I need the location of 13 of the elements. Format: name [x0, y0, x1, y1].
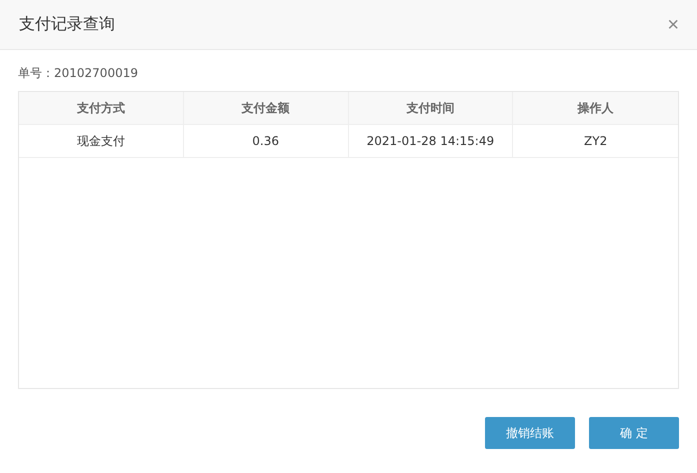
close-button[interactable]: ×	[667, 14, 679, 34]
column-header: 支付方式	[19, 92, 184, 124]
table-cell: 现金支付	[19, 125, 184, 157]
table-cell: 0.36	[184, 125, 348, 157]
table-cell-text: ZY2	[583, 133, 608, 150]
order-number: 单号：20102700019	[18, 66, 139, 82]
column-header: 支付时间	[348, 92, 514, 124]
column-header: 支付金额	[184, 92, 348, 124]
dialog-button[interactable]: 确 定	[589, 417, 679, 449]
column-header: 操作人	[576, 100, 615, 116]
table-cell: 2021-01-28 14:15:49	[348, 125, 514, 157]
window-title: 支付记录查询	[19, 14, 115, 35]
dialog-button[interactable]: 撤销结账	[485, 417, 575, 449]
